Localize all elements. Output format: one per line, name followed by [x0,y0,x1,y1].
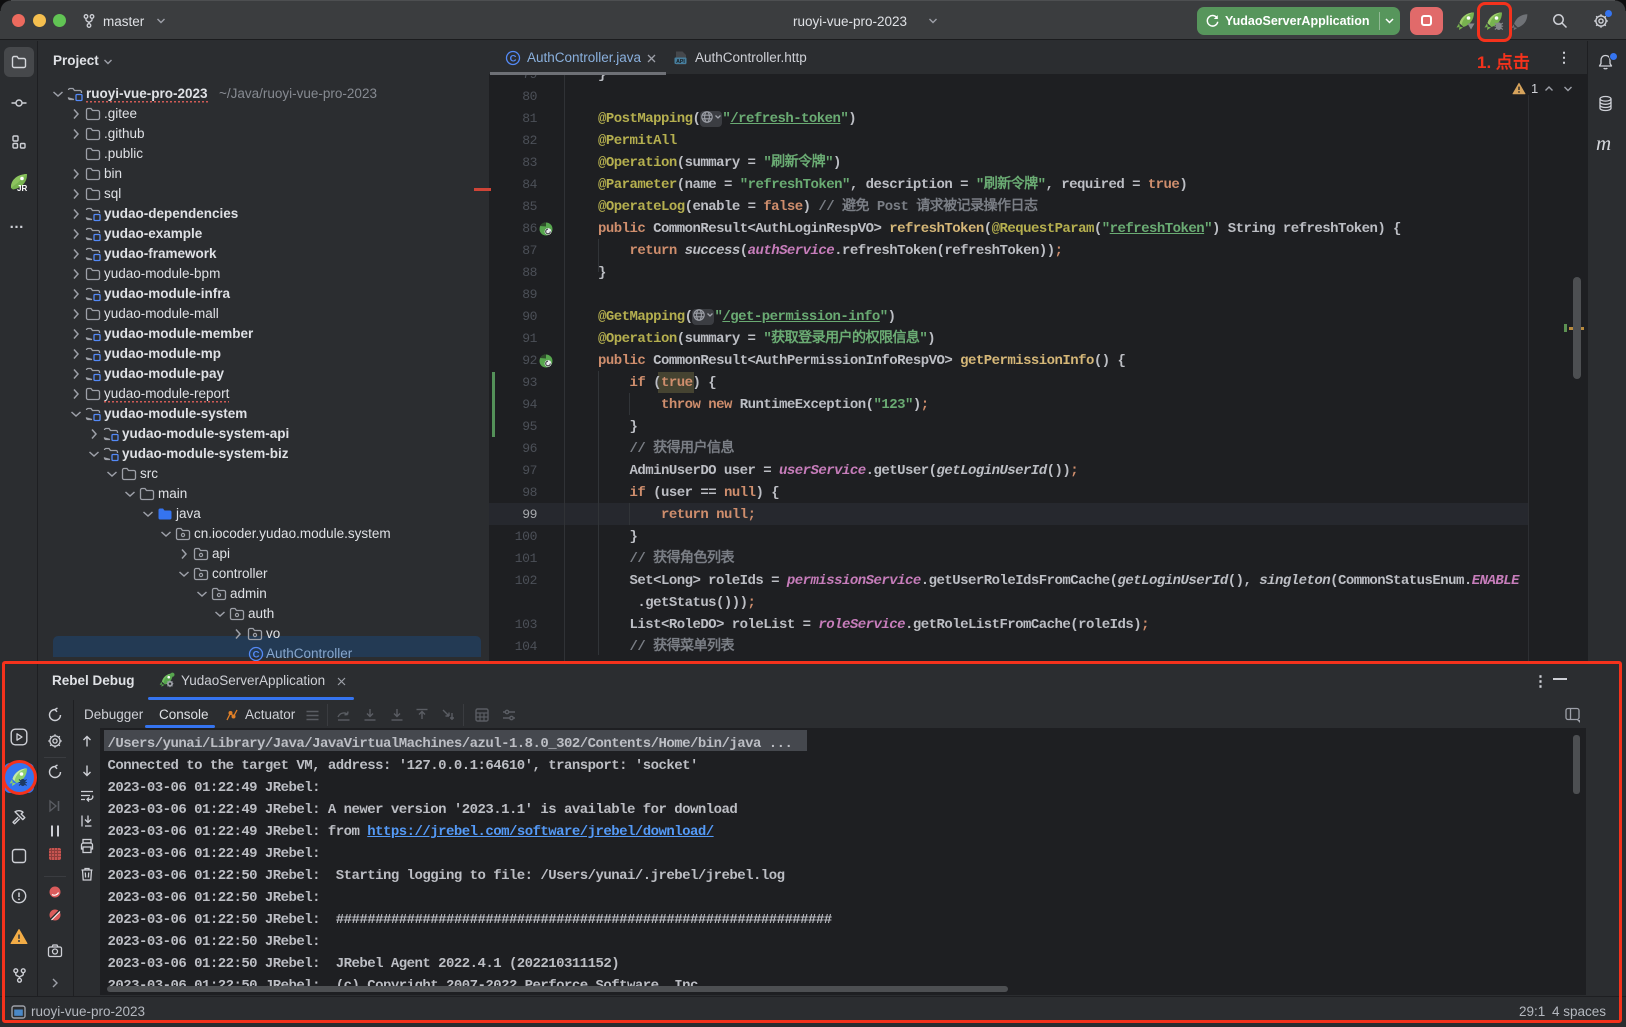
svg-text:JR: JR [17,184,27,193]
svg-text:API: API [676,59,685,65]
